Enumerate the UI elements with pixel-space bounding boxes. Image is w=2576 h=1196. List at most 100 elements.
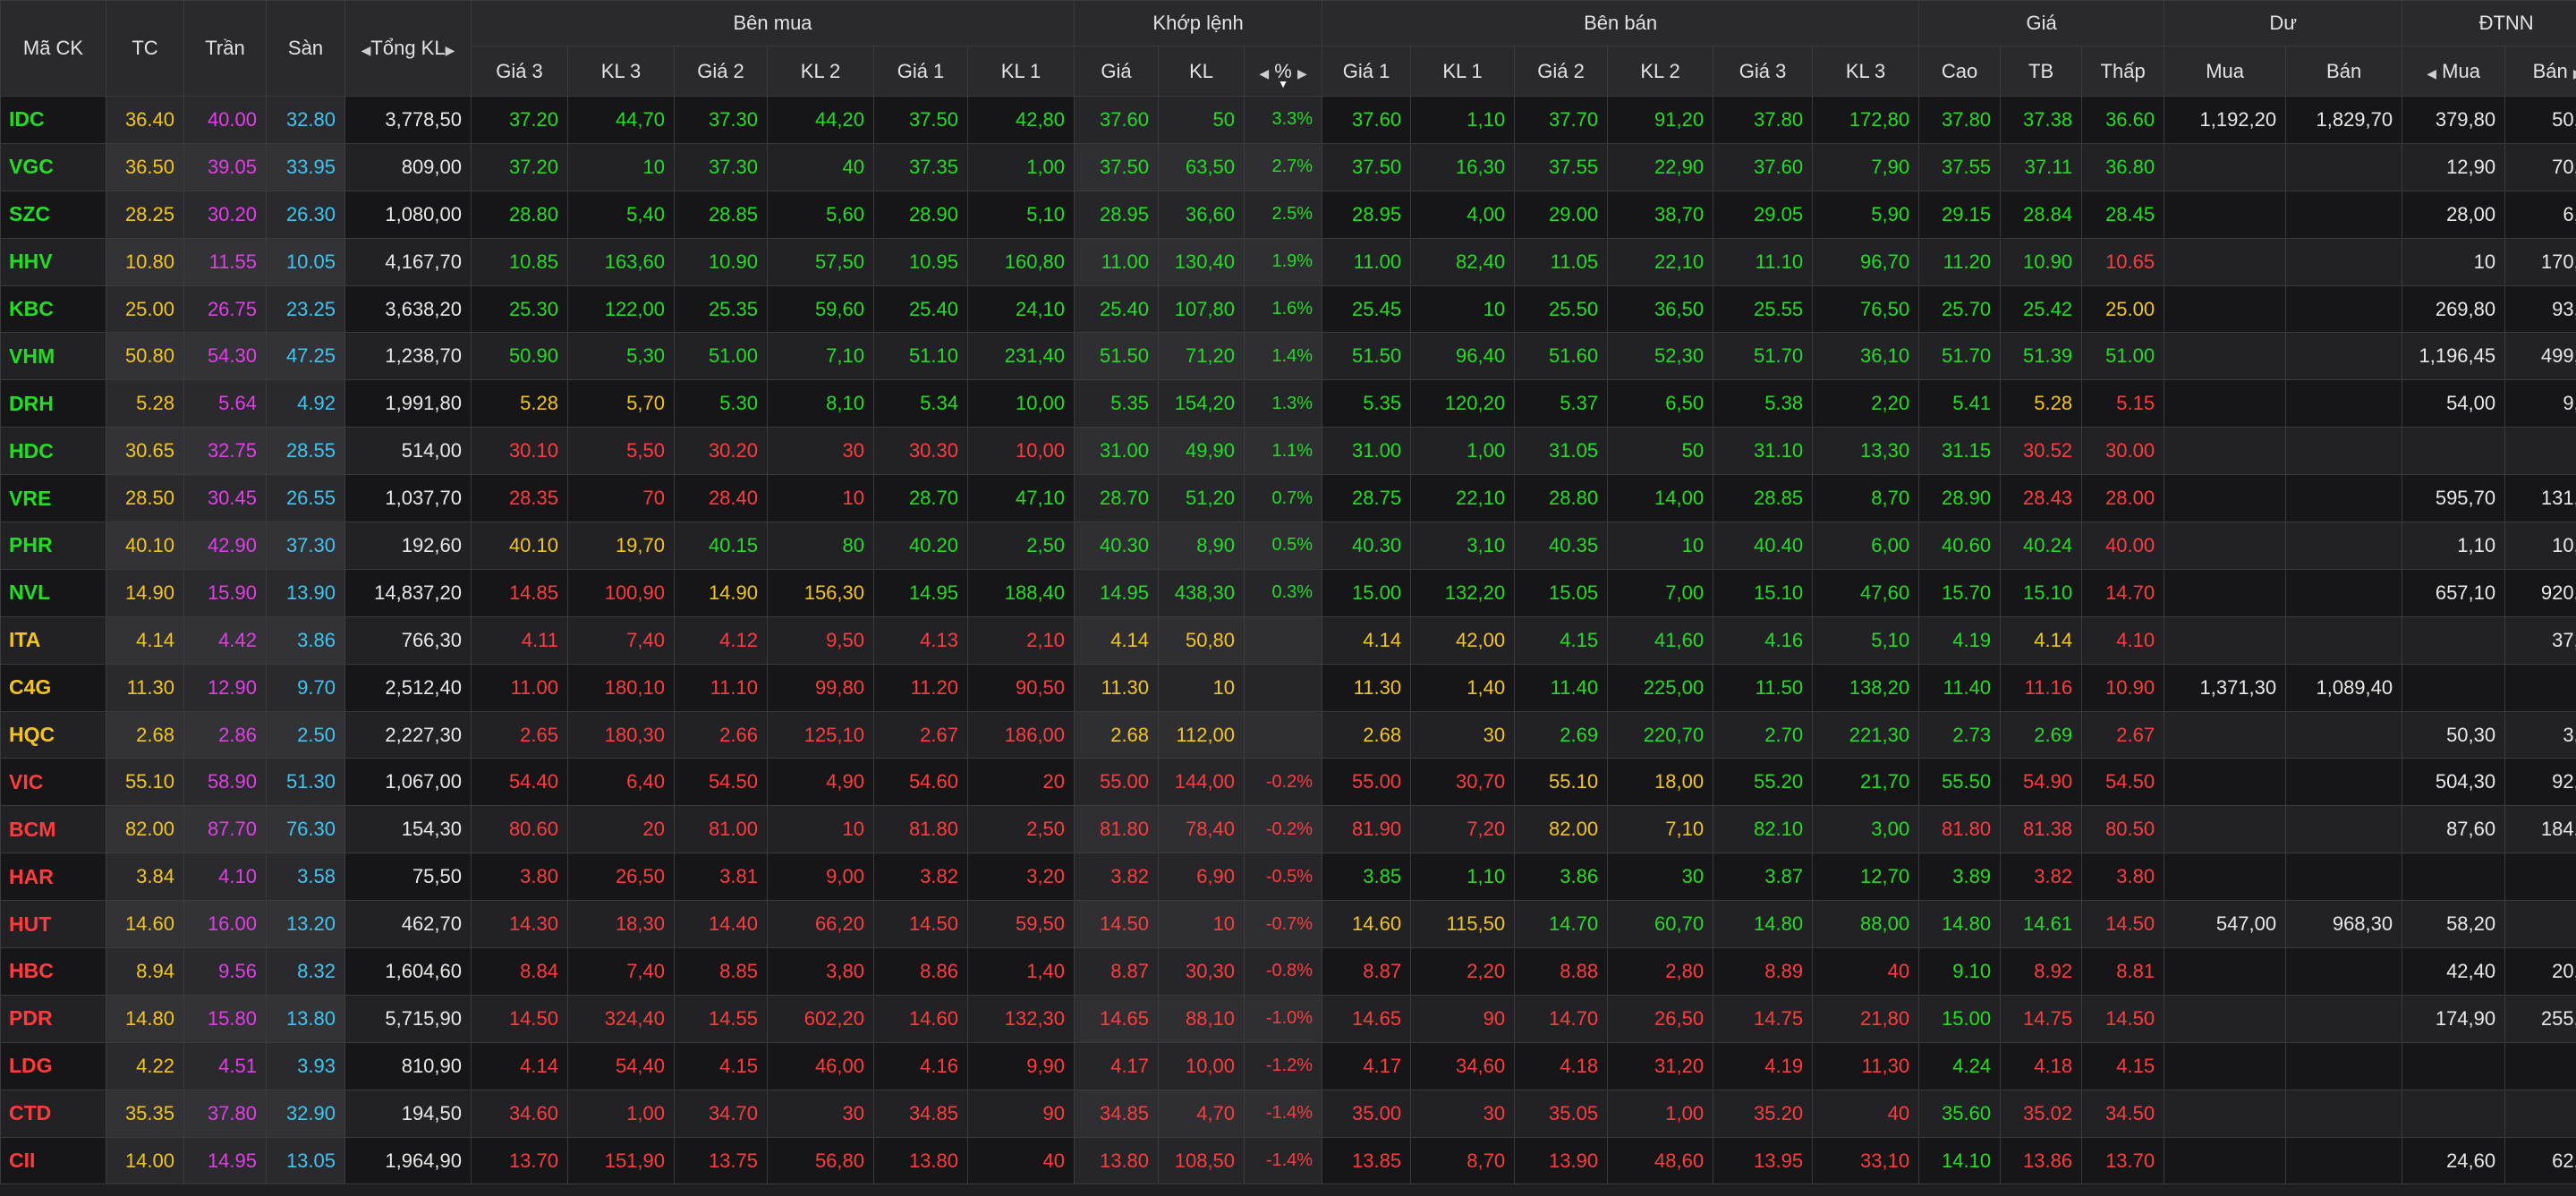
caret-right-icon[interactable]: ▶ <box>446 43 455 57</box>
header-foreign-buy[interactable]: ◀ Mua <box>2402 46 2506 97</box>
symbol-cell[interactable]: CII <box>0 1136 106 1185</box>
table-row[interactable]: HQC 2.68 2.86 2.50 2,227,30 2.65 180,30 2.66 125… <box>0 710 2576 759</box>
table-row[interactable]: CII 14.00 14.95 13.05 1,964,90 13.70 151,90 13.… <box>0 1136 2576 1185</box>
symbol-cell[interactable]: KBC <box>0 284 106 334</box>
symbol-cell[interactable]: HQC <box>0 710 106 759</box>
sell-vol-1-cell: 42,00 <box>1410 615 1516 665</box>
buy-price-2-cell: 14.55 <box>674 994 768 1043</box>
header-foreign-sell[interactable]: Bán ▶ <box>2504 46 2576 97</box>
table-row[interactable]: HUT 14.60 16.00 13.20 462,70 14.30 18,30 14.40 6… <box>0 900 2576 949</box>
header-remain-buy[interactable]: Mua <box>2164 46 2287 97</box>
header-buy-vol-2[interactable]: KL 2 <box>767 46 874 97</box>
sort-down-icon[interactable]: ▼ <box>1278 78 1288 90</box>
header-match-vol[interactable]: KL <box>1158 46 1245 97</box>
table-row[interactable]: BCM 82.00 87.70 76.30 154,30 80.60 20 81.00 10 81… <box>0 805 2576 854</box>
ref-price-cell: 25.00 <box>106 284 184 334</box>
table-row[interactable]: HDC 30.65 32.75 28.55 514,00 30.10 5,50 30.20 30… <box>0 427 2576 476</box>
foreign-sell-cell <box>2504 852 2576 902</box>
table-row[interactable]: IDC 36.40 40.00 32.80 3,778,50 37.20 44,70 37.3… <box>0 96 2576 144</box>
table-row[interactable]: HAR 3.84 4.10 3.58 75,50 3.80 26,50 3.81 9,00 3.8… <box>0 852 2576 902</box>
symbol-cell[interactable]: C4G <box>0 663 106 712</box>
table-row[interactable]: PHR 40.10 42.90 37.30 192,60 40.10 19,70 40.15 8… <box>0 522 2576 570</box>
table-row[interactable]: PDR 14.80 15.80 13.80 5,715,90 14.50 324,40 14.… <box>0 994 2576 1043</box>
symbol-cell[interactable]: IDC <box>0 96 106 144</box>
header-floor[interactable]: Sàn <box>266 0 345 97</box>
header-sell-vol-3[interactable]: KL 3 <box>1812 46 1920 97</box>
header-match-pct[interactable]: ◀ % ▼ ▶ <box>1244 46 1323 97</box>
header-sell-vol-1[interactable]: KL 1 <box>1410 46 1516 97</box>
sell-price-3-cell: 25.55 <box>1713 284 1814 334</box>
header-sell-vol-2[interactable]: KL 2 <box>1607 46 1714 97</box>
high-price-cell: 37.80 <box>1918 96 2002 144</box>
header-sell-price-1[interactable]: Giá 1 <box>1322 46 1412 97</box>
header-buy-vol-1[interactable]: KL 1 <box>966 46 1075 97</box>
symbol-cell[interactable]: CTD <box>0 1089 106 1138</box>
foreign-buy-cell: 87,60 <box>2402 805 2506 854</box>
header-ceil[interactable]: Trần <box>183 0 267 97</box>
sell-price-3-cell: 3.87 <box>1713 852 1814 902</box>
sell-vol-1-cell: 30 <box>1410 1089 1516 1138</box>
symbol-cell[interactable]: VGC <box>0 142 106 191</box>
table-row[interactable]: CTD 35.35 37.80 32.90 194,50 34.60 1,00 34.70 30… <box>0 1089 2576 1138</box>
low-price-cell: 28.45 <box>2081 190 2165 239</box>
header-total-volume[interactable]: ◀Tổng KL▶ <box>344 0 472 97</box>
table-row[interactable]: NVL 14.90 15.90 13.90 14,837,20 14.85 100,90 14… <box>0 568 2576 617</box>
symbol-cell[interactable]: HHV <box>0 237 106 286</box>
table-row[interactable]: HHV 10.80 11.55 10.05 4,167,70 10.85 163,60 10.… <box>0 237 2576 286</box>
caret-left-icon[interactable]: ◀ <box>361 43 371 57</box>
header-symbol[interactable]: Mã CK <box>0 0 106 97</box>
symbol-cell[interactable]: HAR <box>0 852 106 902</box>
sell-price-1-cell: 31.00 <box>1322 427 1412 476</box>
table-row[interactable]: KBC 25.00 26.75 23.25 3,638,20 25.30 122,00 25.… <box>0 284 2576 334</box>
table-row[interactable]: LDG 4.22 4.51 3.93 810,90 4.14 54,40 4.15 46,00 4… <box>0 1041 2576 1090</box>
buy-vol-1-cell: 1,40 <box>966 947 1075 996</box>
symbol-cell[interactable]: VHM <box>0 332 106 381</box>
symbol-cell[interactable]: PHR <box>0 522 106 570</box>
sell-price-3-cell: 2.70 <box>1713 710 1814 759</box>
sell-vol-2-cell: 6,50 <box>1607 379 1714 428</box>
caret-left-icon[interactable]: ◀ <box>1259 66 1269 81</box>
symbol-cell[interactable]: HUT <box>0 900 106 949</box>
symbol-cell[interactable]: VRE <box>0 474 106 523</box>
table-row[interactable]: VRE 28.50 30.45 26.55 1,037,70 28.35 70 28.40 10… <box>0 474 2576 523</box>
symbol-cell[interactable]: HDC <box>0 427 106 476</box>
symbol-cell[interactable]: NVL <box>0 568 106 617</box>
symbol-cell[interactable]: ITA <box>0 615 106 665</box>
foreign-buy-cell: 269,80 <box>2402 284 2506 334</box>
foreign-buy-cell: 10 <box>2402 237 2506 286</box>
symbol-cell[interactable]: SZC <box>0 190 106 239</box>
header-price-high[interactable]: Cao <box>1918 46 2002 97</box>
table-row[interactable]: ITA 4.14 4.42 3.86 766,30 4.11 7,40 4.12 9,50 4.1… <box>0 615 2576 665</box>
header-sell-price-2[interactable]: Giá 2 <box>1514 46 1609 97</box>
symbol-cell[interactable]: PDR <box>0 994 106 1043</box>
table-row[interactable]: VIC 55.10 58.90 51.30 1,067,00 54.40 6,40 54.50… <box>0 758 2576 807</box>
header-buy-vol-3[interactable]: KL 3 <box>567 46 675 97</box>
header-buy-price-2[interactable]: Giá 2 <box>674 46 768 97</box>
symbol-cell[interactable]: LDG <box>0 1041 106 1090</box>
header-sell-price-3[interactable]: Giá 3 <box>1713 46 1814 97</box>
buy-vol-2-cell: 602,20 <box>767 994 874 1043</box>
symbol-cell[interactable]: HBC <box>0 947 106 996</box>
header-buy-price-1[interactable]: Giá 1 <box>873 46 968 97</box>
caret-right-icon[interactable]: ▶ <box>1297 66 1307 81</box>
header-match-price[interactable]: Giá <box>1074 46 1160 97</box>
low-price-cell: 4.10 <box>2081 615 2165 665</box>
table-row[interactable]: C4G 11.30 12.90 9.70 2,512,40 11.00 180,10 11.1… <box>0 663 2576 712</box>
table-row[interactable]: DRH 5.28 5.64 4.92 1,991,80 5.28 5,70 5.30 8,10 5… <box>0 379 2576 428</box>
sell-vol-1-cell: 1,10 <box>1410 96 1516 144</box>
caret-left-icon[interactable]: ◀ <box>2427 66 2436 81</box>
table-row[interactable]: SZC 28.25 30.20 26.30 1,080,00 28.80 5,40 28.85… <box>0 190 2576 239</box>
symbol-cell[interactable]: VIC <box>0 758 106 807</box>
table-row[interactable]: VGC 36.50 39.05 33.95 809,00 37.20 10 37.30 40 37… <box>0 142 2576 191</box>
symbol-cell[interactable]: DRH <box>0 379 106 428</box>
header-price-avg[interactable]: TB <box>2000 46 2083 97</box>
ceil-price-cell: 40.00 <box>183 96 267 144</box>
table-row[interactable]: VHM 50.80 54.30 47.25 1,238,70 50.90 5,30 51.00… <box>0 332 2576 381</box>
table-row[interactable]: HBC 8.94 9.56 8.32 1,604,60 8.84 7,40 8.85 3,80 8… <box>0 947 2576 996</box>
header-ref[interactable]: TC <box>106 0 184 97</box>
header-buy-price-3[interactable]: Giá 3 <box>471 46 568 97</box>
header-remain-sell[interactable]: Bán <box>2285 46 2403 97</box>
symbol-cell[interactable]: BCM <box>0 805 106 854</box>
header-price-low[interactable]: Thấp <box>2081 46 2165 97</box>
remain-sell-cell <box>2285 710 2403 759</box>
